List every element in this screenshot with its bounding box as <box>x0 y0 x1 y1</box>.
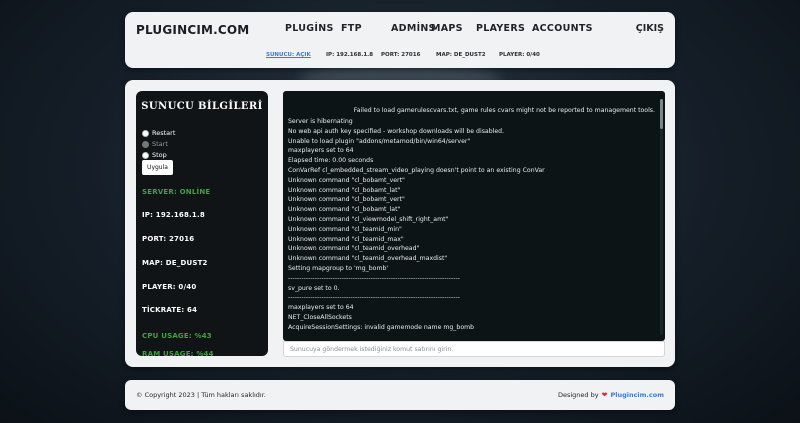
server-port-text: PORT: 27016 <box>142 235 195 243</box>
nav-players[interactable]: PLAYERS <box>476 23 525 34</box>
brand-link[interactable]: Plugincim.com <box>610 391 664 399</box>
status-player: PLAYER: 0/40 <box>499 52 540 58</box>
console-line: ----------------------------------------… <box>288 294 460 302</box>
console-line: NET_CloseAllSockets <box>288 313 352 321</box>
option-start-label: Start <box>152 140 168 148</box>
console-line: Unable to load plugin "addons/metamod/bi… <box>288 137 471 145</box>
status-map: MAP: DE_DUST2 <box>436 52 486 58</box>
console-line: Unknown command "cl_teamid_max" <box>288 235 404 243</box>
server-ip-text: IP: 192.168.1.8 <box>142 211 205 219</box>
console-line: AcquireSessionSettings: invalid gamemode… <box>288 323 475 331</box>
nav-plugins[interactable]: PLUGİNS <box>285 23 334 34</box>
designed-by: Designed by ❤ Plugincim.com <box>558 391 664 399</box>
nav-admins[interactable]: ADMİNS <box>391 23 436 34</box>
main-panel: SUNUCU BİLGİLERİ Restart Start Stop Uygu… <box>125 80 675 367</box>
nav-ftp[interactable]: FTP <box>341 23 362 34</box>
console-line: maxplayers set to 64 <box>288 147 354 155</box>
radio-restart[interactable] <box>142 129 149 137</box>
console-line: Unknown command "cl_teamid_min" <box>288 225 402 233</box>
radio-stop[interactable] <box>142 151 149 159</box>
console-output[interactable]: Failed to load gamerulescvars.txt, game … <box>283 91 665 341</box>
console-line: maxplayers set to 64 <box>288 304 354 312</box>
console-lines: Server is hibernating No web api auth key… <box>288 117 658 333</box>
footer: © Copyright 2023 | Tüm hakları saklıdır.… <box>125 380 675 410</box>
radio-start <box>142 140 149 148</box>
server-tickrate-text: TİCKRATE: 64 <box>142 306 198 314</box>
cpu-usage-text: CPU USAGE: %43 <box>142 332 212 340</box>
console-line: Unknown command "cl_bobamt_vert" <box>288 196 405 204</box>
command-input[interactable] <box>283 341 665 357</box>
heart-icon: ❤ <box>601 391 608 399</box>
console-line: Unknown command "cl_bobamt_vert" <box>288 176 405 184</box>
console-line: Unknown command "cl_bobamt_lat" <box>288 206 401 214</box>
apply-button[interactable]: Uygula <box>142 160 173 175</box>
option-start: Start <box>142 140 168 148</box>
console-line: sv_pure set to 0. <box>288 284 340 292</box>
console-scroll-thumb[interactable] <box>660 99 663 129</box>
status-port: PORT: 27016 <box>381 52 421 58</box>
status-bar: SUNUCU: AÇIK IP: 192.168.1.8 PORT: 27016… <box>125 52 675 62</box>
console-line: Unknown command "cl_teamid_overhead" <box>288 245 420 253</box>
sidebar-title: SUNUCU BİLGİLERİ <box>141 101 263 112</box>
console-line: Unknown command "cl_bobamt_lat" <box>288 186 401 194</box>
top-header: PLUGINCIM.COM PLUGİNS FTP ADMİNS MAPS PL… <box>125 12 675 68</box>
console-line: Unknown command "cl_teamid_overhead_maxd… <box>288 255 448 263</box>
status-ip: IP: 192.168.1.8 <box>326 52 374 58</box>
logout-link[interactable]: ÇIKIŞ <box>636 23 664 34</box>
designed-by-label: Designed by <box>557 391 599 399</box>
server-info-sidebar: SUNUCU BİLGİLERİ Restart Start Stop Uygu… <box>136 91 268 358</box>
site-logo[interactable]: PLUGINCIM.COM <box>136 23 249 37</box>
console-line: Setting mapgroup to 'mg_bomb' <box>288 264 389 272</box>
console-line: Server is hibernating <box>288 118 353 125</box>
server-map-text: MAP: DE_DUST2 <box>142 259 208 267</box>
copyright-text: © Copyright 2023 | Tüm hakları saklıdır. <box>136 391 266 399</box>
console-scrollbar[interactable] <box>660 99 663 335</box>
nav-maps[interactable]: MAPS <box>431 23 463 34</box>
ram-usage-text: RAM USAGE: %44 <box>142 350 214 358</box>
console-line: Elapsed time: 0.00 seconds <box>288 157 374 165</box>
server-player-text: PLAYER: 0/40 <box>142 283 197 291</box>
nav-accounts[interactable]: ACCOUNTS <box>532 23 593 34</box>
option-stop-label: Stop <box>152 151 167 159</box>
console-line-top: Failed to load gamerulescvars.txt, game … <box>353 107 655 114</box>
status-server: SUNUCU: AÇIK <box>266 52 311 58</box>
option-stop[interactable]: Stop <box>142 151 167 159</box>
console-line: No web api auth key specified - workshop… <box>288 127 505 135</box>
console-line: Unknown command "cl_viewmodel_shift_righ… <box>288 215 449 223</box>
option-restart-label: Restart <box>152 129 176 137</box>
option-restart[interactable]: Restart <box>142 129 175 137</box>
console-line: ConVarRef cl_embedded_stream_video_playi… <box>288 166 545 174</box>
server-status-text: SERVER: ONLİNE <box>142 188 211 196</box>
console-line: ----------------------------------------… <box>288 274 460 282</box>
